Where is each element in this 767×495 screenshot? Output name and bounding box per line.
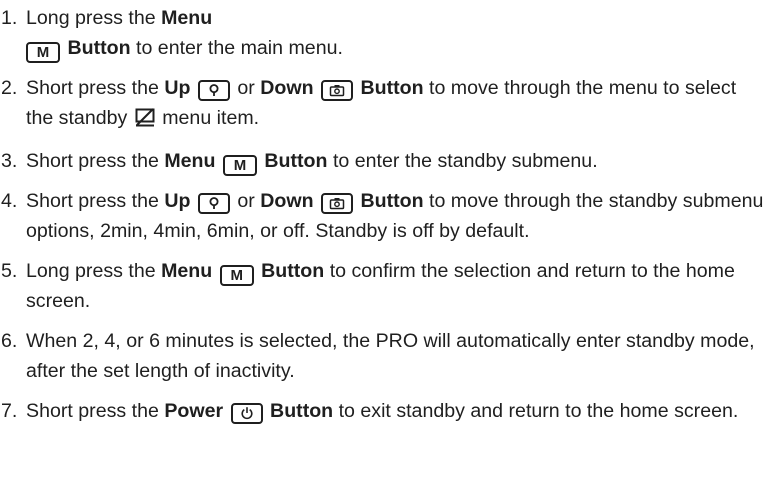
step-6: 6. When 2, 4, or 6 minutes is selected, …: [0, 326, 767, 386]
down-label: Down: [260, 190, 314, 212]
step-number: 3.: [1, 150, 18, 172]
standby-icon: [135, 106, 155, 136]
power-icon: [230, 402, 263, 424]
down-label: Down: [260, 77, 314, 99]
menu-label: Menu: [161, 260, 213, 282]
step-text: Short press the Menu M Button to enter t…: [26, 150, 598, 176]
step-number: 4.: [1, 190, 18, 212]
up-label: Up: [164, 190, 191, 212]
step-1: 1. Long press the Menu M Button to enter …: [0, 3, 767, 63]
menu-label: Menu: [161, 7, 213, 29]
power-label: Power: [164, 400, 224, 422]
step-text: Short press the Up or Down Button to mov…: [26, 190, 764, 242]
step-text: Long press the Menu M Button to enter the…: [26, 7, 343, 63]
step-5: 5. Long press the Menu M Button to confi…: [0, 256, 767, 316]
instruction-list: 1. Long press the Menu M Button to enter …: [0, 3, 767, 426]
step-text: Short press the Power Button to exit sta…: [26, 400, 739, 424]
step-number: 5.: [1, 260, 18, 282]
step-number: 2.: [1, 77, 18, 99]
up-label: Up: [164, 77, 191, 99]
step-number: 7.: [1, 400, 18, 422]
menu-button-icon: M: [222, 155, 257, 176]
step-text: Long press the Menu M Button to confirm …: [26, 260, 735, 312]
button-label: Button: [360, 190, 424, 212]
button-label: Button: [67, 37, 131, 59]
button-label: Button: [360, 77, 424, 99]
step-2: 2. Short press the Up or Down Button to …: [0, 73, 767, 136]
step-4: 4. Short press the Up or Down Button to …: [0, 186, 767, 246]
step-number: 1.: [1, 7, 18, 29]
menu-button-icon: M: [26, 42, 60, 63]
camera-icon: [321, 193, 353, 214]
magnifier-icon: [197, 192, 230, 214]
button-label: Button: [270, 400, 334, 422]
camera-icon: [321, 80, 353, 101]
button-label: Button: [264, 150, 328, 172]
step-text: When 2, 4, or 6 minutes is selected, the…: [26, 330, 755, 382]
step-3: 3. Short press the Menu M Button to ente…: [0, 146, 767, 176]
magnifier-icon: [197, 79, 230, 101]
button-label: Button: [261, 260, 325, 282]
step-7: 7. Short press the Power Button to exit …: [0, 396, 767, 426]
menu-button-icon: M: [219, 265, 254, 286]
step-text: Short press the Up or Down Button to mov…: [26, 73, 767, 136]
menu-label: Menu: [164, 150, 216, 172]
step-number: 6.: [1, 330, 18, 352]
